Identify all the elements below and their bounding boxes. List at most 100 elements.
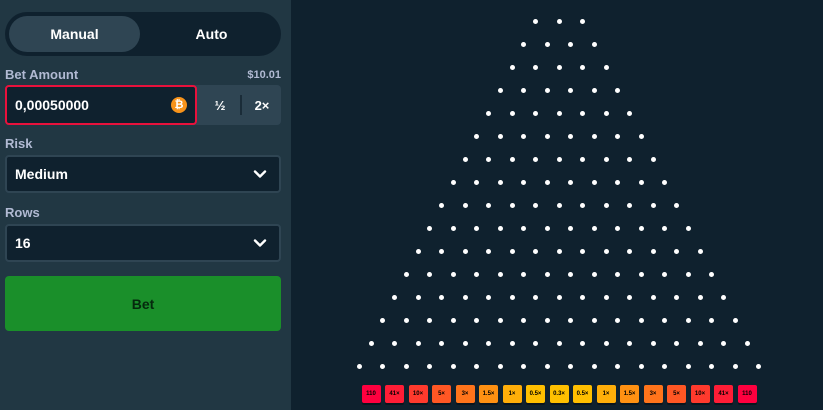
peg <box>544 225 550 231</box>
multiplier-bucket: 5× <box>432 385 451 403</box>
peg <box>544 87 550 93</box>
half-bet-button[interactable]: ½ <box>201 85 239 125</box>
peg <box>662 225 668 231</box>
peg <box>580 110 585 116</box>
peg <box>533 110 538 116</box>
peg <box>627 340 632 346</box>
peg <box>615 133 621 139</box>
peg <box>650 202 656 208</box>
peg <box>650 340 656 346</box>
peg <box>685 363 691 369</box>
peg <box>580 294 585 300</box>
peg <box>403 363 409 369</box>
peg <box>591 179 597 185</box>
peg <box>380 317 386 323</box>
peg <box>603 248 609 254</box>
peg <box>450 317 456 323</box>
peg <box>674 340 679 346</box>
rows-select[interactable]: 16 <box>5 224 281 262</box>
peg <box>591 225 597 231</box>
peg <box>674 294 679 300</box>
peg <box>368 340 374 346</box>
peg <box>533 202 538 208</box>
peg <box>709 271 715 277</box>
bet-amount-label: Bet Amount <box>5 67 79 82</box>
peg <box>450 179 456 185</box>
peg <box>392 294 397 300</box>
peg <box>744 340 750 346</box>
multiplier-bucket: 0.3× <box>549 385 569 403</box>
multiplier-bucket: 41× <box>385 385 404 403</box>
peg <box>439 340 444 346</box>
peg <box>533 340 538 346</box>
peg <box>544 317 550 323</box>
peg <box>568 317 574 323</box>
multiplier-bucket: 1.5× <box>479 385 498 403</box>
rows-label: Rows <box>5 205 40 220</box>
peg <box>580 340 585 346</box>
peg <box>580 18 585 24</box>
peg <box>521 271 527 277</box>
peg <box>721 294 726 300</box>
peg <box>497 133 503 139</box>
double-bet-button[interactable]: 2× <box>243 85 281 125</box>
peg <box>427 271 433 277</box>
peg <box>603 110 609 116</box>
peg <box>662 179 668 185</box>
peg <box>509 110 515 116</box>
bitcoin-icon: ₿ <box>171 97 187 113</box>
peg <box>591 271 597 277</box>
peg <box>474 317 480 323</box>
multiplier-bucket: 3× <box>643 385 663 403</box>
peg <box>533 156 538 162</box>
chevron-down-icon <box>253 170 267 178</box>
peg <box>685 271 691 277</box>
multiplier-bucket: 10× <box>690 385 710 403</box>
peg <box>497 363 503 369</box>
bet-button[interactable]: Bet <box>5 276 281 331</box>
risk-select[interactable]: Medium <box>5 155 281 193</box>
peg <box>732 317 738 323</box>
peg <box>380 363 386 369</box>
peg <box>650 294 656 300</box>
peg <box>427 225 433 231</box>
risk-label: Risk <box>5 136 33 151</box>
rows-selected-value: 16 <box>15 235 31 251</box>
peg <box>509 340 515 346</box>
risk-selected-value: Medium <box>15 166 68 182</box>
multiplier-bucket: 110 <box>361 385 381 403</box>
mode-toggle: Manual Auto <box>5 12 281 56</box>
peg <box>662 271 668 277</box>
peg <box>533 248 538 254</box>
peg <box>486 110 491 116</box>
peg <box>638 271 644 277</box>
peg <box>486 202 491 208</box>
peg <box>603 294 609 300</box>
multiplier-bucket: 1× <box>596 385 616 403</box>
peg <box>392 340 397 346</box>
peg <box>638 179 644 185</box>
peg <box>674 202 679 208</box>
auto-tab[interactable]: Auto <box>146 16 277 52</box>
manual-tab[interactable]: Manual <box>9 16 140 52</box>
peg <box>474 271 480 277</box>
peg <box>627 202 632 208</box>
peg <box>615 271 621 277</box>
peg <box>638 225 644 231</box>
peg <box>627 248 632 254</box>
peg <box>615 317 621 323</box>
peg <box>509 294 515 300</box>
peg <box>497 87 503 93</box>
multiplier-bucket: 5× <box>667 385 686 403</box>
peg <box>697 340 703 346</box>
peg <box>615 363 621 369</box>
bet-amount-input[interactable] <box>15 87 165 123</box>
peg <box>568 179 574 185</box>
peg <box>650 156 656 162</box>
peg <box>439 248 444 254</box>
peg <box>521 317 527 323</box>
peg <box>568 133 574 139</box>
multiplier-bucket: 110 <box>737 385 757 403</box>
peg <box>497 179 503 185</box>
peg <box>721 340 726 346</box>
